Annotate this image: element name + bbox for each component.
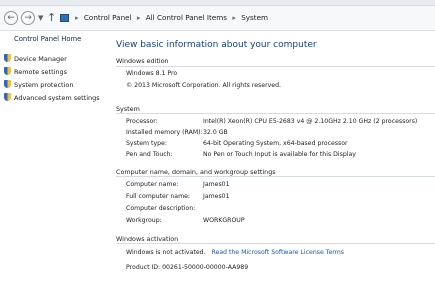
activation-status: Windows is not activated. Read the Micro…	[126, 249, 344, 256]
section-divider	[116, 243, 435, 244]
device-manager-link[interactable]: Device Manager	[4, 54, 67, 63]
processor-value: Intel(R) Xeon(R) CPU E5-2683 v4 @ 2.10GH…	[203, 118, 418, 125]
pen-touch-value: No Pen or Touch Input is available for t…	[203, 151, 356, 158]
computer-name-value: James01	[203, 181, 230, 188]
breadcrumb: ▸ Control Panel ▸ All Control Panel Item…	[72, 13, 268, 22]
address-bar: ← → ▼ ↑ ▸ Control Panel ▸ All Control Pa…	[0, 6, 435, 31]
activation-status-text: Windows is not activated.	[126, 249, 206, 256]
system-type-label: System type:	[126, 140, 167, 147]
shield-icon	[4, 67, 11, 75]
shield-icon	[4, 54, 11, 62]
pen-touch-label: Pen and Touch:	[126, 151, 173, 158]
advanced-system-settings-link[interactable]: Advanced system settings	[4, 93, 100, 102]
system-heading: System	[116, 105, 140, 113]
license-terms-link[interactable]: Read the Microsoft Software License Term…	[211, 249, 344, 256]
breadcrumb-system[interactable]: System	[241, 13, 268, 22]
breadcrumb-separator-icon: ▸	[136, 13, 141, 22]
page-title: View basic information about your comput…	[116, 40, 317, 50]
copyright-text: © 2013 Microsoft Corporation. All rights…	[126, 82, 281, 89]
workgroup-value: WORKGROUP	[203, 217, 245, 224]
breadcrumb-separator-icon: ▸	[232, 13, 236, 22]
section-divider	[116, 66, 435, 67]
windows-edition-value: Windows 8.1 Pro	[126, 70, 178, 77]
workgroup-label: Workgroup:	[126, 217, 162, 224]
remote-settings-link[interactable]: Remote settings	[4, 67, 67, 76]
section-divider	[116, 176, 435, 177]
main-content: View basic information about your comput…	[108, 30, 435, 300]
computer-name-heading: Computer name, domain, and workgroup set…	[116, 168, 276, 176]
control-panel-icon	[60, 14, 69, 22]
memory-label: Installed memory (RAM):	[126, 129, 203, 136]
control-panel-home-link[interactable]: Control Panel Home	[14, 35, 81, 43]
system-protection-link[interactable]: System protection	[4, 80, 74, 89]
section-divider	[116, 113, 435, 114]
full-computer-name-label: Full computer name:	[126, 193, 190, 200]
computer-name-label: Computer name:	[126, 181, 179, 188]
breadcrumb-separator-icon: ▸	[75, 13, 79, 22]
up-arrow-icon[interactable]: ↑	[47, 11, 56, 24]
system-type-value: 64-bit Operating System, x64-based proce…	[203, 140, 348, 147]
processor-label: Processor:	[126, 118, 158, 125]
breadcrumb-all-items[interactable]: All Control Panel Items	[146, 13, 227, 22]
shield-icon	[4, 80, 11, 88]
windows-edition-heading: Windows edition	[116, 57, 169, 65]
breadcrumb-control-panel[interactable]: Control Panel	[84, 13, 132, 22]
shield-icon	[4, 93, 11, 101]
memory-value: 32.0 GB	[203, 129, 228, 136]
back-button[interactable]: ←	[4, 11, 18, 25]
forward-button[interactable]: →	[21, 11, 35, 25]
recent-pages-chevron-down-icon[interactable]: ▼	[38, 14, 43, 22]
full-computer-name-value: James01	[203, 193, 230, 200]
product-id: Product ID: 00261-50000-00000-AA989	[126, 264, 249, 271]
computer-description-label: Computer description:	[126, 205, 196, 212]
windows-activation-heading: Windows activation	[116, 235, 179, 243]
